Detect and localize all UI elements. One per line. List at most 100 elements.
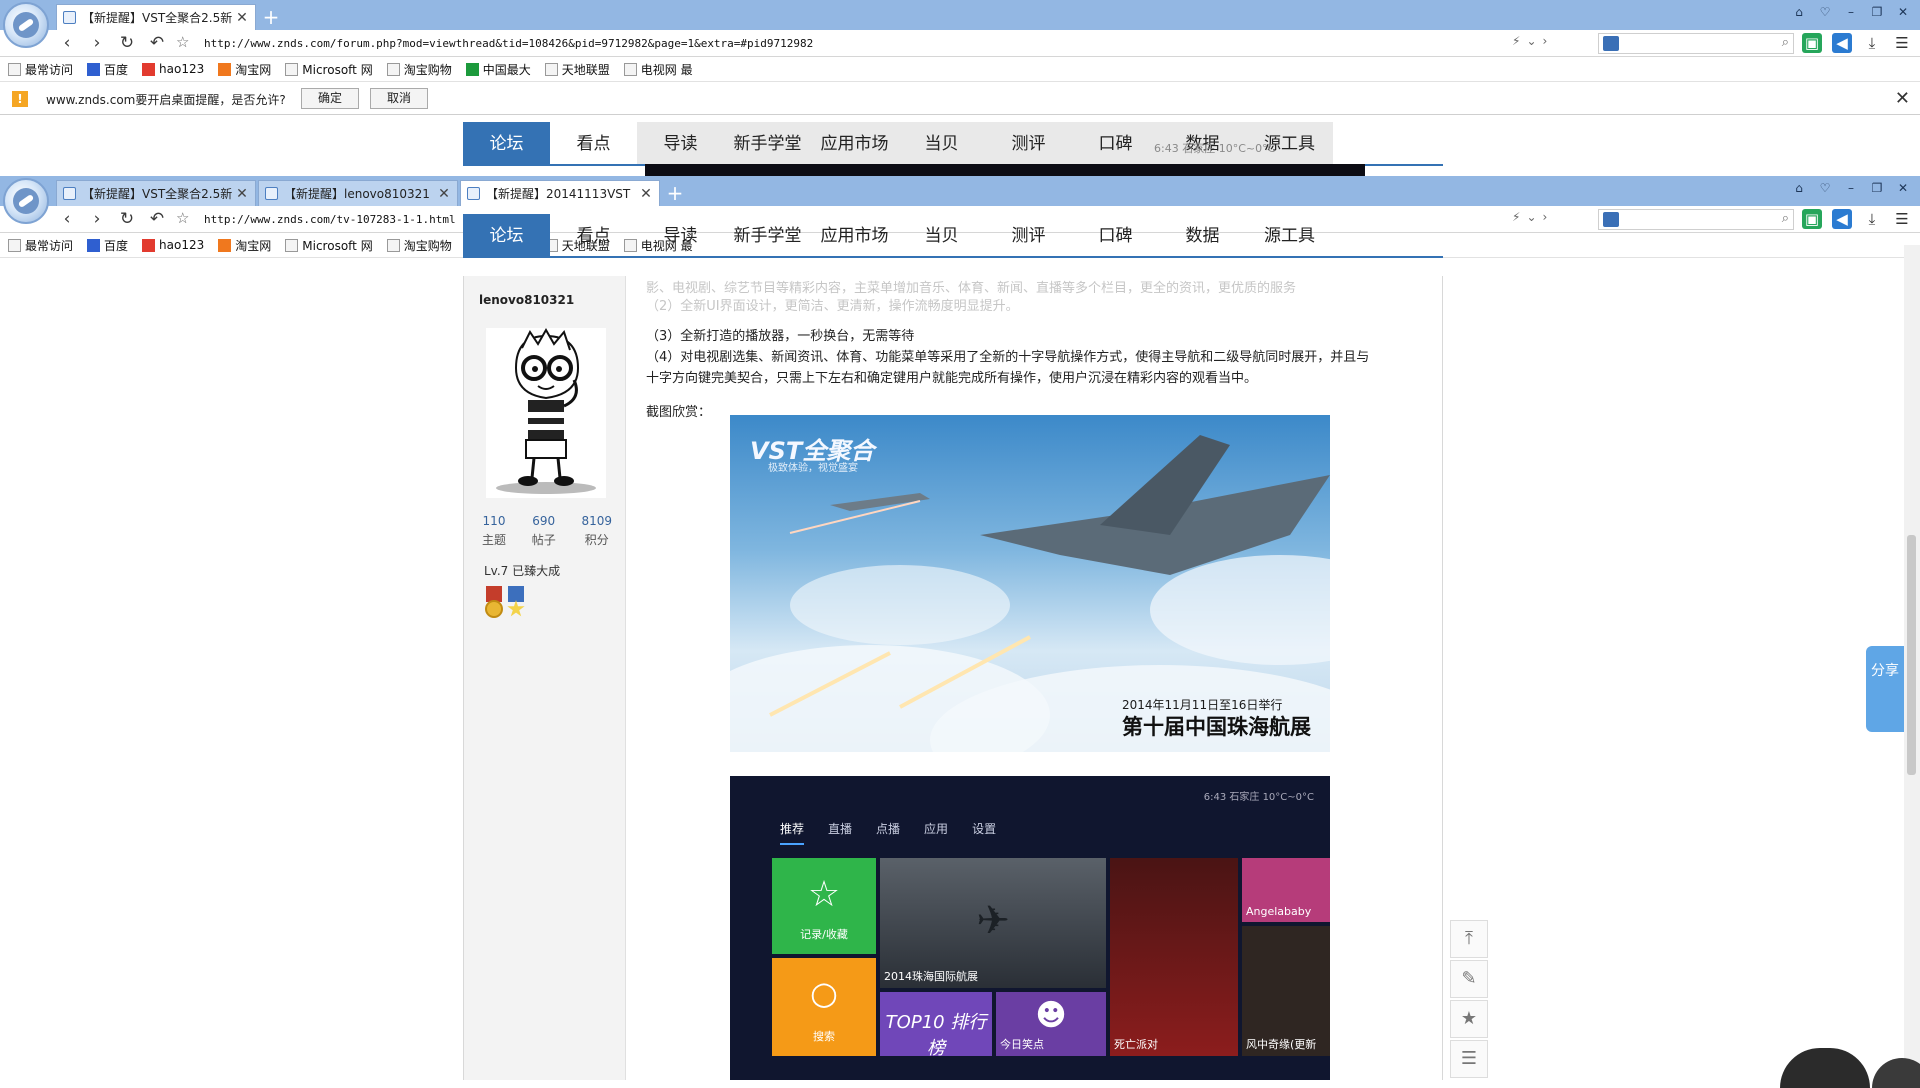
airshow-banner-image[interactable]: VST全聚合 极致体验，视觉盛宴 2014年11月11日至16日举行 第十届中国… — [730, 415, 1330, 752]
menu-icon[interactable]: ☰ — [1892, 209, 1912, 229]
username-link[interactable]: lenovo810321 — [479, 293, 574, 307]
close-notification-icon[interactable]: ✕ — [1895, 88, 1910, 109]
minimize-button[interactable]: – — [1838, 5, 1864, 19]
nav-item-kandian[interactable]: 看点 — [550, 122, 637, 164]
close-tab-icon[interactable]: ✕ — [235, 186, 249, 202]
star-medal-icon[interactable] — [506, 586, 526, 620]
nav-item-dangbei[interactable]: 当贝 — [898, 214, 985, 256]
bookmark-item[interactable]: 最常访问 — [8, 237, 73, 254]
close-window-button[interactable]: ✕ — [1890, 5, 1916, 19]
deny-button[interactable]: 取消 — [370, 88, 428, 109]
undo-icon[interactable]: ↶ — [142, 209, 172, 229]
back-icon[interactable]: ‹ — [52, 33, 82, 53]
search-icon[interactable]: ⌕ — [1782, 211, 1789, 226]
stat-topics[interactable]: 110 主题 — [482, 514, 506, 548]
nav-item-reputation[interactable]: 口碑 — [1072, 214, 1159, 256]
extension-blue-icon[interactable]: ◀ — [1832, 209, 1852, 229]
refresh-icon[interactable]: ↻ — [112, 33, 142, 53]
browser-tab[interactable]: 【新提醒】VST全聚合2.5新 ✕ — [56, 4, 256, 30]
bookmark-item[interactable]: hao123 — [142, 238, 204, 252]
lock-icon[interactable]: ⌂ — [1786, 181, 1812, 195]
flash-icon[interactable]: ⚡ — [1512, 34, 1520, 48]
tv-ui-screenshot[interactable]: 6:43 石家庄 10°C~0°C 推荐 直播 点播 应用 设置 ☆ 记录/收藏… — [730, 776, 1330, 1080]
favorite-star-icon[interactable]: ★ — [1450, 1000, 1488, 1038]
search-input[interactable]: ⌕ — [1598, 33, 1794, 54]
bookmark-item[interactable]: 最常访问 — [8, 61, 73, 78]
bookmark-item[interactable]: 淘宝购物 — [386, 61, 452, 78]
go-icon[interactable]: › — [1543, 210, 1548, 224]
nav-item-dangbei[interactable]: 当贝 — [898, 122, 985, 164]
nav-item-newbie[interactable]: 新手学堂 — [724, 122, 811, 164]
close-tab-icon[interactable]: ✕ — [437, 186, 451, 202]
bookmark-item[interactable]: 中国最大 — [465, 61, 531, 78]
bookmark-item[interactable]: 百度 — [87, 61, 128, 78]
skin-icon[interactable]: ♡ — [1812, 181, 1838, 195]
search-engine-icon[interactable] — [1603, 36, 1619, 51]
nav-item-forum[interactable]: 论坛 — [463, 214, 550, 256]
nav-item-review[interactable]: 测评 — [985, 122, 1072, 164]
list-icon[interactable]: ☰ — [1450, 1040, 1488, 1078]
menu-icon[interactable]: ☰ — [1892, 33, 1912, 53]
browser-tab[interactable]: 【新提醒】20141113VST ✕ — [460, 180, 660, 206]
nav-item-data[interactable]: 数据 — [1159, 214, 1246, 256]
search-input[interactable]: ⌕ — [1598, 209, 1794, 230]
bookmark-item[interactable]: 淘宝购物 — [386, 237, 452, 254]
nav-item-guide[interactable]: 导读 — [637, 122, 724, 164]
search-icon[interactable]: ⌕ — [1782, 35, 1789, 50]
download-icon[interactable]: ⤓ — [1862, 209, 1882, 229]
browser-tab[interactable]: 【新提醒】VST全聚合2.5新 ✕ — [56, 180, 256, 206]
allow-button[interactable]: 确定 — [301, 88, 359, 109]
bookmark-item[interactable]: Microsoft 网 — [285, 237, 373, 254]
search-engine-icon[interactable] — [1603, 212, 1619, 227]
bookmark-item[interactable]: 淘宝网 — [218, 61, 271, 78]
new-tab-button[interactable]: + — [662, 182, 688, 206]
bookmark-item[interactable]: 电视网 最 — [623, 61, 693, 78]
browser-logo-icon[interactable] — [3, 2, 49, 48]
close-window-button[interactable]: ✕ — [1890, 181, 1916, 195]
page-scrollbar[interactable] — [1904, 245, 1920, 1080]
network-gauge-icon[interactable] — [1872, 1058, 1920, 1088]
avatar[interactable] — [486, 327, 606, 498]
nav-item-kandian[interactable]: 看点 — [550, 214, 637, 256]
stat-points[interactable]: 8109 积分 — [581, 514, 612, 548]
nav-item-reputation[interactable]: 口碑 — [1072, 122, 1159, 164]
forward-icon[interactable]: › — [82, 33, 112, 53]
minimize-button[interactable]: – — [1838, 181, 1864, 195]
nav-item-appstore[interactable]: 应用市场 — [811, 214, 898, 256]
close-tab-icon[interactable]: ✕ — [235, 10, 249, 26]
lock-icon[interactable]: ⌂ — [1786, 5, 1812, 19]
nav-item-forum[interactable]: 论坛 — [463, 122, 550, 164]
scrollbar-thumb[interactable] — [1907, 535, 1916, 775]
flash-icon[interactable]: ⚡ — [1512, 210, 1520, 224]
extension-green-icon[interactable]: ▣ — [1802, 33, 1822, 53]
nav-item-review[interactable]: 测评 — [985, 214, 1072, 256]
skin-icon[interactable]: ♡ — [1812, 5, 1838, 19]
speed-gauge-icon[interactable] — [1780, 1048, 1870, 1088]
extension-green-icon[interactable]: ▣ — [1802, 209, 1822, 229]
bookmark-item[interactable]: 天地联盟 — [544, 61, 610, 78]
extension-blue-icon[interactable]: ◀ — [1832, 33, 1852, 53]
bookmark-item[interactable]: 淘宝网 — [218, 237, 271, 254]
edit-icon[interactable]: ✎ — [1450, 960, 1488, 998]
dropdown-icon[interactable]: ⌄ — [1526, 34, 1536, 48]
download-icon[interactable]: ⤓ — [1862, 33, 1882, 53]
bookmark-item[interactable]: 百度 — [87, 237, 128, 254]
share-button[interactable]: 分享 — [1866, 646, 1904, 732]
close-tab-icon[interactable]: ✕ — [639, 186, 653, 202]
nav-item-newbie[interactable]: 新手学堂 — [724, 214, 811, 256]
browser-tab[interactable]: 【新提醒】lenovo810321 ✕ — [258, 180, 458, 206]
back-to-top-icon[interactable]: ⤒ — [1450, 920, 1488, 958]
bookmark-item[interactable]: Microsoft 网 — [285, 61, 373, 78]
dropdown-icon[interactable]: ⌄ — [1526, 210, 1536, 224]
undo-icon[interactable]: ↶ — [142, 33, 172, 53]
bookmark-item[interactable]: hao123 — [142, 62, 204, 76]
maximize-button[interactable]: ❐ — [1864, 5, 1890, 19]
nav-item-appstore[interactable]: 应用市场 — [811, 122, 898, 164]
forward-icon[interactable]: › — [82, 209, 112, 229]
url-input[interactable]: http://www.znds.com/forum.php?mod=viewth… — [174, 33, 1594, 54]
back-icon[interactable]: ‹ — [52, 209, 82, 229]
medal-icon[interactable] — [484, 586, 504, 620]
new-tab-button[interactable]: + — [258, 6, 284, 30]
maximize-button[interactable]: ❐ — [1864, 181, 1890, 195]
browser-logo-icon[interactable] — [3, 178, 49, 224]
